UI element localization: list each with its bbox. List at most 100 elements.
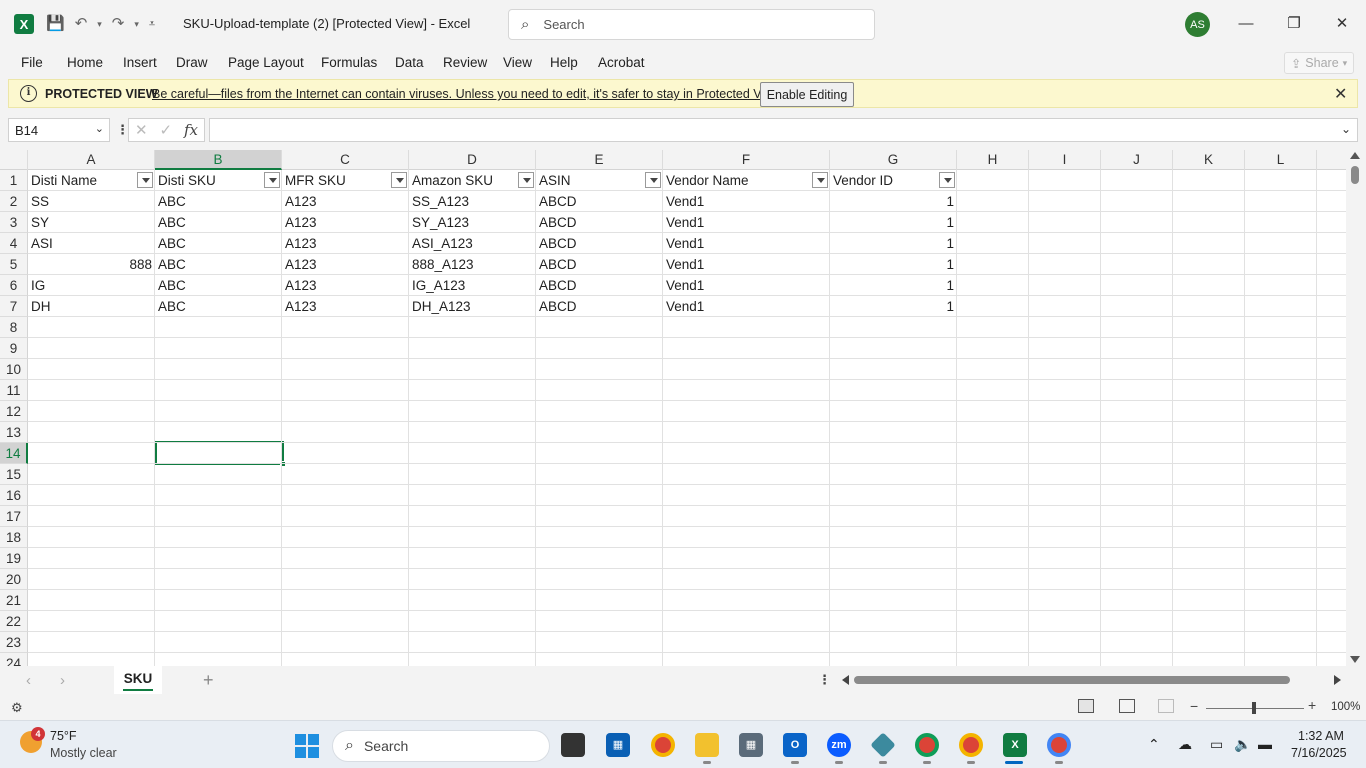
row-header-9[interactable]: 9 <box>0 338 28 359</box>
table-cell[interactable]: IG <box>28 275 155 296</box>
column-header-h[interactable]: H <box>957 150 1029 170</box>
table-cell[interactable]: SY <box>28 212 155 233</box>
table-cell[interactable]: 888_A123 <box>409 254 536 275</box>
row-header-21[interactable]: 21 <box>0 590 28 611</box>
filter-dropdown-icon[interactable] <box>645 172 661 188</box>
row-header-13[interactable]: 13 <box>0 422 28 443</box>
insert-function-icon[interactable]: fx <box>184 121 198 139</box>
undo-icon[interactable]: ↶ <box>75 12 88 36</box>
clock-date[interactable]: 7/16/2025 <box>1291 746 1347 760</box>
enter-icon[interactable]: ✓ <box>159 121 172 139</box>
filter-dropdown-icon[interactable] <box>518 172 534 188</box>
cancel-icon[interactable]: ✕ <box>135 121 148 139</box>
table-cell[interactable]: ABC <box>155 296 282 317</box>
table-cell[interactable]: SY_A123 <box>409 212 536 233</box>
chevron-down-icon[interactable]: ⌄ <box>95 122 104 135</box>
tab-page-layout[interactable]: Page Layout <box>228 55 304 70</box>
table-cell[interactable]: SS_A123 <box>409 191 536 212</box>
row-header-7[interactable]: 7 <box>0 296 28 317</box>
table-cell[interactable]: Vend1 <box>663 254 830 275</box>
scroll-down-icon[interactable] <box>1350 656 1360 663</box>
calculator-icon[interactable]: ▦ <box>739 733 763 757</box>
column-header-f[interactable]: F <box>663 150 830 170</box>
column-header-i[interactable]: I <box>1029 150 1101 170</box>
share-button[interactable]: ⇪ Share ▾ <box>1284 52 1354 74</box>
task-view-icon[interactable] <box>561 733 585 757</box>
horizontal-scroll-thumb[interactable] <box>854 676 1290 684</box>
worksheet-grid[interactable]: ABCDEFGHIJKL 1 2 3 4 5 6 7 8 9 10 11 12 13 14 15 16 17 18… <box>0 150 1346 666</box>
table-cell[interactable]: Vend1 <box>663 212 830 233</box>
table-cell[interactable]: Vend1 <box>663 275 830 296</box>
zoom-level[interactable]: 100% <box>1331 701 1360 713</box>
vertical-scroll-thumb[interactable] <box>1351 166 1359 184</box>
column-header-c[interactable]: C <box>282 150 409 170</box>
tab-formulas[interactable]: Formulas <box>321 55 377 70</box>
volume-icon[interactable]: 🔈 <box>1234 736 1251 753</box>
row-header-24[interactable]: 24 <box>0 653 28 666</box>
table-cell[interactable]: A123 <box>282 191 409 212</box>
table-cell[interactable]: ABC <box>155 233 282 254</box>
table-cell[interactable]: A123 <box>282 275 409 296</box>
save-icon[interactable]: 💾 <box>46 12 65 36</box>
filter-dropdown-icon[interactable] <box>391 172 407 188</box>
redo-dropdown-icon[interactable]: ▾ <box>134 12 139 36</box>
expand-formula-bar-icon[interactable]: ⌄ <box>1341 122 1351 136</box>
row-header-16[interactable]: 16 <box>0 485 28 506</box>
taskbar-search[interactable]: ⌕ Search <box>332 730 550 762</box>
row-header-22[interactable]: 22 <box>0 611 28 632</box>
row-header-15[interactable]: 15 <box>0 464 28 485</box>
vertical-scrollbar[interactable] <box>1346 150 1366 666</box>
row-header-1[interactable]: 1 <box>0 170 28 191</box>
clock-time[interactable]: 1:32 AM <box>1298 729 1344 743</box>
tab-acrobat[interactable]: Acrobat <box>598 55 645 70</box>
app-icon[interactable] <box>870 732 896 758</box>
formula-input[interactable]: ⌄ <box>209 118 1358 142</box>
table-cell[interactable]: ABCD <box>536 275 663 296</box>
table-cell[interactable]: Vend1 <box>663 296 830 317</box>
row-header-4[interactable]: 4 <box>0 233 28 254</box>
search-box[interactable]: ⌕ Search <box>508 9 875 40</box>
table-header-cell[interactable]: Amazon SKU <box>409 170 518 191</box>
column-header-l[interactable]: L <box>1245 150 1317 170</box>
row-header-18[interactable]: 18 <box>0 527 28 548</box>
sheet-tab-sku[interactable]: SKU <box>114 666 162 694</box>
scroll-left-icon[interactable] <box>842 675 849 685</box>
table-header-cell[interactable]: Disti SKU <box>155 170 264 191</box>
display-icon[interactable]: ▭ <box>1210 736 1223 753</box>
table-header-cell[interactable]: MFR SKU <box>282 170 391 191</box>
tab-insert[interactable]: Insert <box>123 55 157 70</box>
page-break-view-icon[interactable] <box>1158 699 1174 713</box>
more-options-icon[interactable]: ⋮ <box>818 672 831 688</box>
chrome-icon[interactable] <box>651 733 675 757</box>
column-header-k[interactable]: K <box>1173 150 1245 170</box>
table-cell[interactable]: ABCD <box>536 191 663 212</box>
table-cell[interactable]: A123 <box>282 233 409 254</box>
tab-view[interactable]: View <box>503 55 532 70</box>
table-cell[interactable]: DH <box>28 296 155 317</box>
table-header-cell[interactable]: ASIN <box>536 170 645 191</box>
filter-dropdown-icon[interactable] <box>812 172 828 188</box>
table-cell[interactable]: ASI <box>28 233 155 254</box>
row-header-14[interactable]: 14 <box>0 443 28 464</box>
table-cell[interactable]: DH_A123 <box>409 296 536 317</box>
protected-view-message-link[interactable]: Be careful—files from the Internet can c… <box>152 87 783 101</box>
row-header-11[interactable]: 11 <box>0 380 28 401</box>
tab-help[interactable]: Help <box>550 55 578 70</box>
column-header-j[interactable]: J <box>1101 150 1173 170</box>
windows-start-icon[interactable] <box>295 734 319 758</box>
table-cell[interactable]: ABCD <box>536 254 663 275</box>
redo-icon[interactable]: ↷ <box>112 12 125 36</box>
weather-temperature[interactable]: 75°F <box>50 729 77 743</box>
row-header-10[interactable]: 10 <box>0 359 28 380</box>
row-header-12[interactable]: 12 <box>0 401 28 422</box>
zoom-app-icon[interactable]: zm <box>827 733 851 757</box>
table-cell[interactable]: IG_A123 <box>409 275 536 296</box>
microsoft-store-icon[interactable]: ▦ <box>606 733 630 757</box>
table-cell[interactable]: ABC <box>155 275 282 296</box>
avatar[interactable]: AS <box>1185 12 1210 37</box>
close-icon[interactable]: ✕ <box>1334 84 1347 104</box>
row-header-19[interactable]: 19 <box>0 548 28 569</box>
column-header-b[interactable]: B <box>155 150 282 170</box>
tab-home[interactable]: Home <box>67 55 103 70</box>
table-cell[interactable]: A123 <box>282 296 409 317</box>
